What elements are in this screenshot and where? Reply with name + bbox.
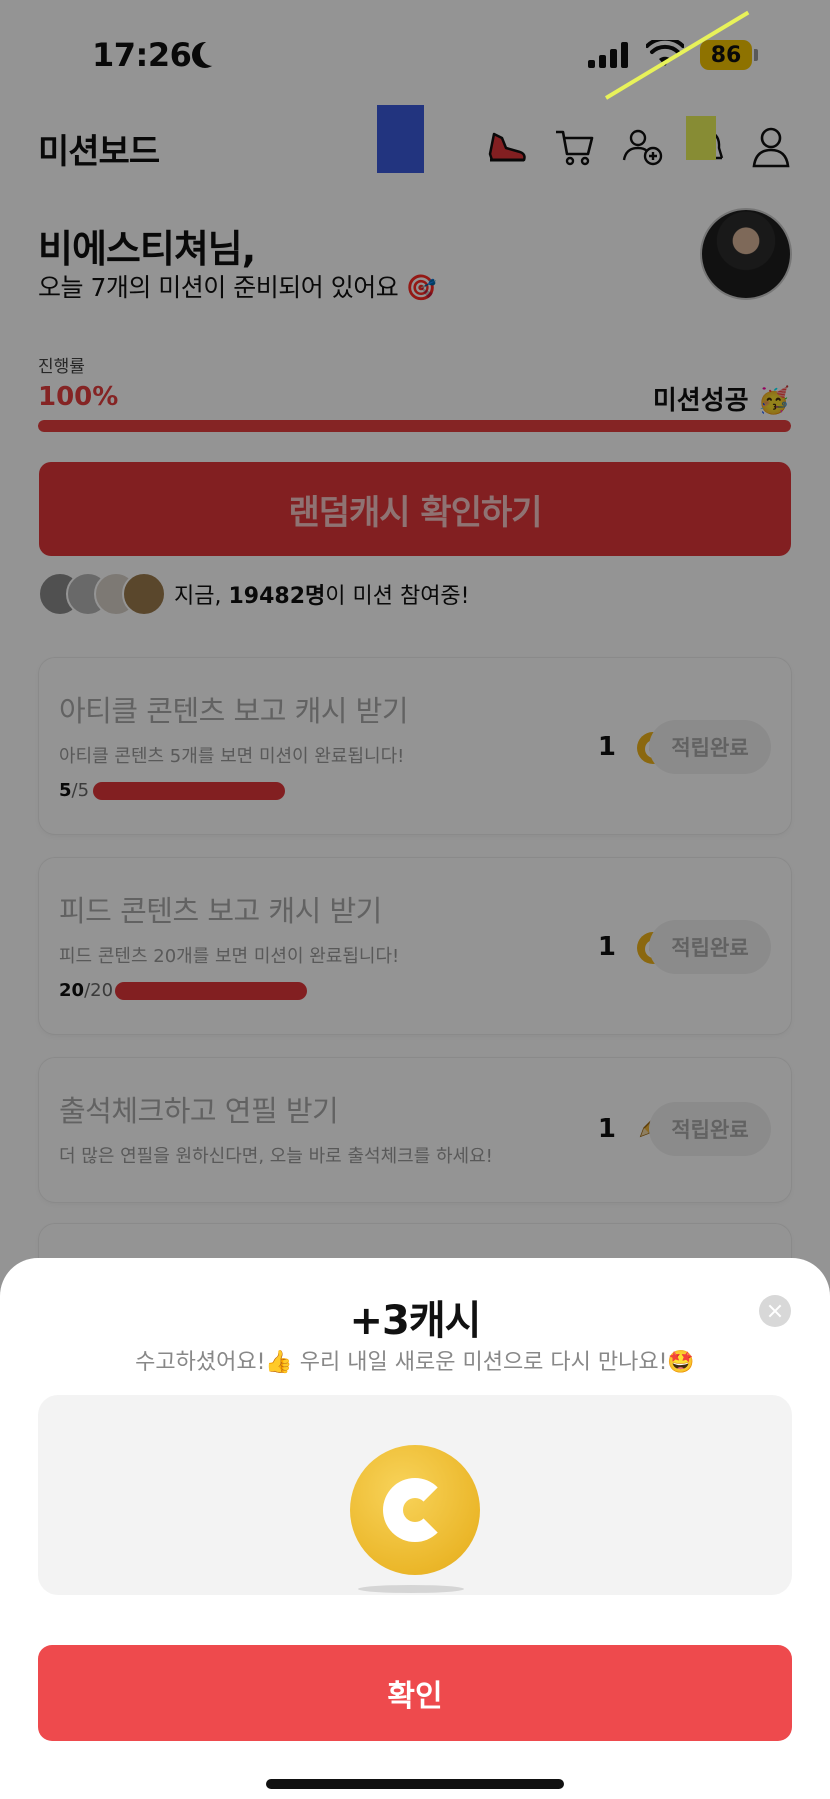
confirm-button[interactable]: 확인	[38, 1645, 792, 1741]
reward-bottom-sheet: +3캐시 수고하셨어요!👍 우리 내일 새로운 미션으로 다시 만나요!🤩 확인	[0, 1258, 830, 1799]
coin-icon	[350, 1445, 480, 1575]
coin-letter-c	[383, 1478, 447, 1542]
mission-board-screen: 17:26 86 미션보드 비에스티쳐님, 오늘 7개의 미션이 준비되어 있어…	[0, 0, 830, 1799]
reward-title: +3캐시	[349, 1298, 482, 1344]
close-icon[interactable]	[759, 1295, 791, 1327]
reward-subtitle: 수고하셨어요!👍 우리 내일 새로운 미션으로 다시 만나요!🤩	[135, 1350, 695, 1375]
home-indicator	[266, 1779, 564, 1789]
coin-shadow	[358, 1585, 464, 1593]
coin-panel	[38, 1395, 792, 1595]
